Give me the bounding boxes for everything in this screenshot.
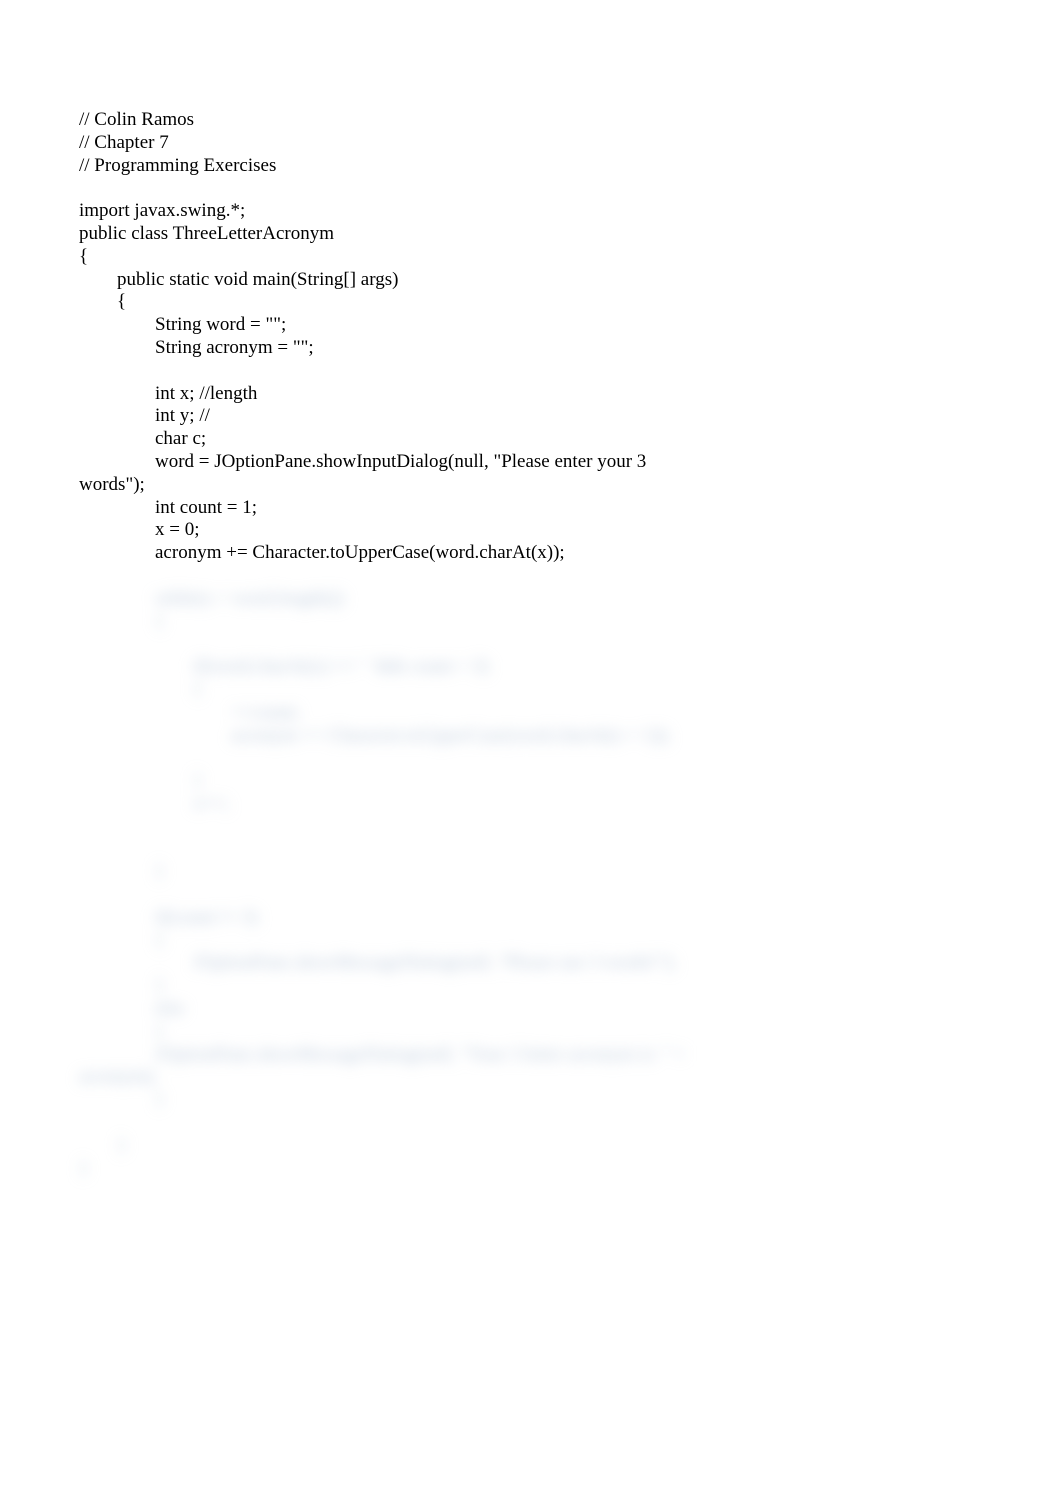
code-blurred-line: if(word.charAt(x) == ' ' && count < 3)	[79, 656, 983, 679]
code-blurred-line: }	[79, 1158, 983, 1181]
code-blurred-line: if(count != 3)	[79, 907, 983, 930]
code-line: acronym += Character.toUpperCase(word.ch…	[79, 542, 983, 565]
code-visible-section: // Colin Ramos// Chapter 7// Programming…	[79, 109, 983, 588]
code-line: import javax.swing.*;	[79, 200, 983, 223]
code-line: String word = "";	[79, 314, 983, 337]
code-blurred-line: else	[79, 998, 983, 1021]
code-line: {	[79, 246, 983, 269]
code-line: {	[79, 291, 983, 314]
code-blurred-line: JOptionPane.showMessageDialog(null, "You…	[79, 1044, 983, 1067]
code-blurred-blank-line	[79, 747, 983, 770]
code-blurred-blank-line	[79, 1112, 983, 1135]
code-blank-line	[79, 177, 983, 200]
code-blurred-blank-line	[79, 839, 983, 862]
code-blurred-blank-line	[79, 884, 983, 907]
code-blurred-line: }	[79, 1135, 983, 1158]
code-blurred-line: acronym);	[79, 1066, 983, 1089]
code-line: word = JOptionPane.showInputDialog(null,…	[79, 451, 983, 474]
code-blurred-line: }	[79, 975, 983, 998]
code-blurred-blank-line	[79, 816, 983, 839]
code-blurred-line: {	[79, 679, 983, 702]
code-blurred-blank-line	[79, 633, 983, 656]
code-line: // Colin Ramos	[79, 109, 983, 132]
code-blurred-line: ++count;	[79, 702, 983, 725]
code-blurred-line: }	[79, 1089, 983, 1112]
code-line: int y; //	[79, 405, 983, 428]
code-line: public static void main(String[] args)	[79, 269, 983, 292]
code-blurred-section: while(x < word.length()) { if(word.charA…	[79, 588, 983, 1181]
code-line: // Programming Exercises	[79, 155, 983, 178]
code-line: public class ThreeLetterAcronym	[79, 223, 983, 246]
code-blurred-line: }	[79, 861, 983, 884]
code-blurred-line: while(x < word.length())	[79, 588, 983, 611]
code-blurred-line: JOptionPane.showMessageDialog(null, "Ple…	[79, 952, 983, 975]
code-blurred-line: {	[79, 930, 983, 953]
code-blank-line	[79, 360, 983, 383]
code-blurred-line: x++;	[79, 793, 983, 816]
code-line: int count = 1;	[79, 497, 983, 520]
code-line: char c;	[79, 428, 983, 451]
code-line: words");	[79, 474, 983, 497]
code-line: // Chapter 7	[79, 132, 983, 155]
code-line: String acronym = "";	[79, 337, 983, 360]
code-line: x = 0;	[79, 519, 983, 542]
code-blurred-line: acronym += Character.toUpperCase(word.ch…	[79, 725, 983, 748]
code-blank-line	[79, 565, 983, 588]
code-blurred-line: {	[79, 611, 983, 634]
code-blurred-line: }	[79, 770, 983, 793]
code-blurred-line: {	[79, 1021, 983, 1044]
code-line: int x; //length	[79, 383, 983, 406]
